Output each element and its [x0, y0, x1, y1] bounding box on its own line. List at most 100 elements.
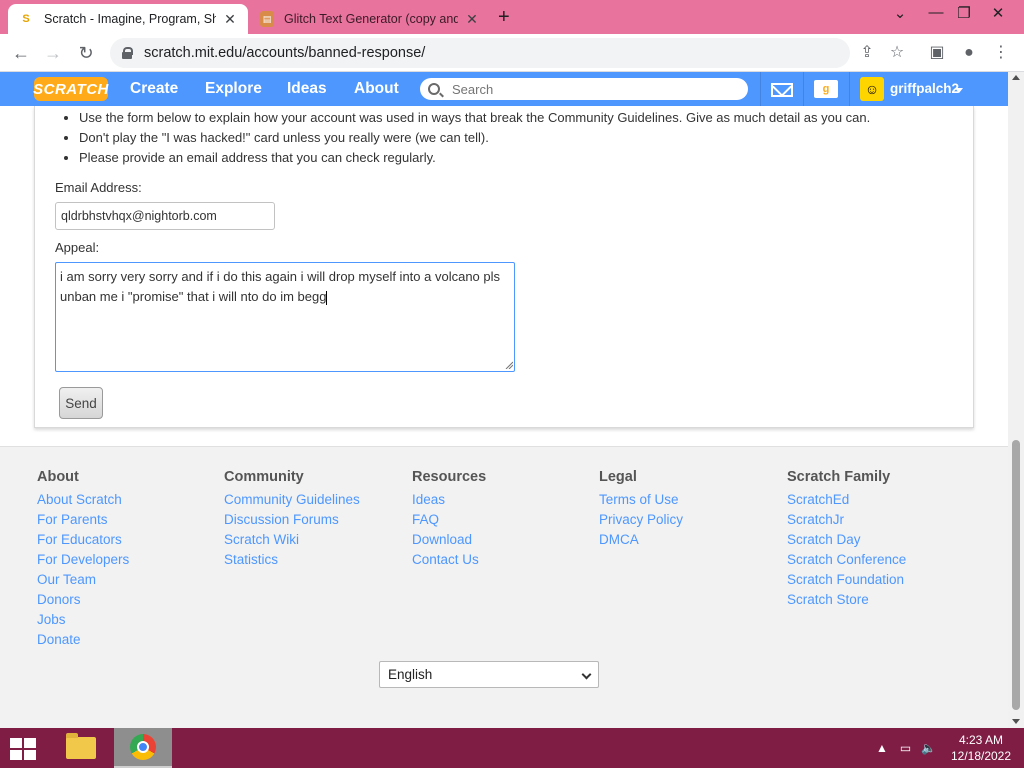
footer-link[interactable]: For Parents	[37, 510, 129, 530]
email-label: Email Address:	[55, 180, 142, 195]
appeal-textarea[interactable]: i am sorry very sorry and if i do this a…	[55, 262, 515, 372]
nav-create[interactable]: Create	[116, 72, 192, 106]
footer-link[interactable]: Donate	[37, 630, 129, 650]
nav-divider	[760, 72, 761, 106]
avatar[interactable]: ☺	[860, 77, 884, 101]
footer-link[interactable]: Jobs	[37, 610, 129, 630]
nav-divider	[849, 72, 850, 106]
appeal-text: i am sorry very sorry and if i do this a…	[60, 269, 501, 304]
address-bar[interactable]: scratch.mit.edu/accounts/banned-response…	[110, 38, 850, 68]
profile-icon[interactable]: ●	[958, 42, 980, 64]
footer-link[interactable]: Terms of Use	[599, 490, 683, 510]
back-icon[interactable]: ←	[10, 42, 32, 64]
clock-time: 4:23 AM	[958, 733, 1004, 747]
nav-ideas[interactable]: Ideas	[273, 72, 341, 106]
scratch-navbar: SCRATCH Create Explore Ideas About g ☺ g…	[0, 72, 1008, 106]
side-panel-icon[interactable]: ▣	[926, 42, 948, 64]
footer-link[interactable]: Community Guidelines	[224, 490, 360, 510]
list-item: Use the form below to explain how your a…	[79, 108, 870, 128]
forward-icon[interactable]: →	[42, 42, 64, 64]
footer-link[interactable]: ScratchEd	[787, 490, 906, 510]
volume-icon[interactable]: 🔈	[921, 741, 936, 755]
footer-link[interactable]: About Scratch	[37, 490, 129, 510]
nav-about[interactable]: About	[340, 72, 413, 106]
close-tab-icon[interactable]: ✕	[464, 11, 480, 28]
send-button[interactable]: Send	[59, 387, 103, 419]
messages-icon[interactable]	[771, 83, 793, 97]
footer-link[interactable]: FAQ	[412, 510, 486, 530]
folder-icon	[66, 733, 96, 759]
nav-explore[interactable]: Explore	[191, 72, 276, 106]
footer-column-community: Community Community Guidelines Discussio…	[224, 467, 360, 570]
tab-scratch[interactable]: S Scratch - Imagine, Program, Share ✕	[8, 4, 248, 34]
bookmark-star-icon[interactable]: ☆	[886, 42, 908, 64]
language-selected: English	[388, 667, 433, 682]
windows-start-icon[interactable]	[10, 738, 38, 760]
show-hidden-icons-chevron-icon[interactable]: ▲	[876, 741, 888, 755]
clock-date: 12/18/2022	[950, 749, 1012, 763]
footer-link[interactable]: Our Team	[37, 570, 129, 590]
footer-link[interactable]: Scratch Conference	[787, 550, 906, 570]
footer-link[interactable]: For Developers	[37, 550, 129, 570]
tab-search-chevron-icon[interactable]: ⌄	[880, 4, 920, 28]
url-text: scratch.mit.edu/accounts/banned-response…	[144, 45, 426, 61]
footer-link[interactable]: Privacy Policy	[599, 510, 683, 530]
vertical-scrollbar[interactable]	[1008, 72, 1024, 728]
footer-heading: Scratch Family	[787, 469, 891, 485]
menu-kebab-icon[interactable]: ⋮	[990, 42, 1012, 64]
appeal-label: Appeal:	[55, 240, 100, 255]
browser-tab-strip: S Scratch - Imagine, Program, Share ✕ ▤ …	[0, 0, 1024, 34]
reload-icon[interactable]: ↻	[75, 42, 97, 64]
account-dropdown-caret-icon[interactable]	[955, 88, 963, 93]
footer-heading: Legal	[599, 469, 637, 485]
resize-grip-icon[interactable]	[505, 361, 513, 369]
close-tab-icon[interactable]: ✕	[222, 11, 238, 28]
email-field[interactable]: qldrbhstvhqx@nightorb.com	[55, 202, 275, 230]
browser-toolbar: ← → ↻ scratch.mit.edu/accounts/banned-re…	[0, 34, 1024, 72]
instructions-list: Use the form below to explain how your a…	[79, 108, 870, 168]
search-box[interactable]	[420, 78, 748, 100]
footer-column-legal: Legal Terms of Use Privacy Policy DMCA	[599, 467, 683, 550]
footer-link[interactable]: Download	[412, 530, 486, 550]
footer-link[interactable]: Scratch Store	[787, 590, 906, 610]
language-select[interactable]: English	[379, 661, 599, 688]
search-input[interactable]	[452, 81, 732, 97]
network-icon[interactable]: ▭	[900, 741, 911, 755]
footer-column-scratch-family: Scratch Family ScratchEd ScratchJr Scrat…	[787, 467, 906, 610]
footer-link[interactable]: Scratch Foundation	[787, 570, 906, 590]
footer-link[interactable]: Donors	[37, 590, 129, 610]
system-clock[interactable]: 4:23 AM 12/18/2022	[946, 732, 1016, 764]
scrollbar-thumb[interactable]	[1012, 440, 1020, 710]
tab-title: Scratch - Imagine, Program, Share	[44, 12, 216, 26]
lock-icon[interactable]	[122, 47, 133, 59]
footer-link[interactable]: Ideas	[412, 490, 486, 510]
list-item: Please provide an email address that you…	[79, 148, 870, 168]
file-explorer-button[interactable]	[52, 728, 110, 768]
share-icon[interactable]: ⇪	[856, 42, 878, 64]
scratch-favicon-icon: S	[22, 13, 30, 25]
system-tray: ▲ ▭ 🔈	[876, 728, 936, 768]
new-tab-icon[interactable]: +	[498, 6, 510, 29]
chevron-down-icon	[581, 669, 592, 680]
username[interactable]: griffpalch2	[890, 72, 959, 106]
scroll-up-icon[interactable]	[1012, 75, 1020, 80]
footer-link[interactable]: ScratchJr	[787, 510, 906, 530]
footer-link[interactable]: Scratch Wiki	[224, 530, 360, 550]
footer-link[interactable]: DMCA	[599, 530, 683, 550]
footer-link[interactable]: Statistics	[224, 550, 360, 570]
scratch-logo[interactable]: SCRATCH	[33, 77, 108, 101]
scroll-down-icon[interactable]	[1012, 719, 1020, 724]
footer-link[interactable]: Discussion Forums	[224, 510, 360, 530]
close-window-icon[interactable]: ✕	[978, 4, 1018, 28]
nav-divider	[803, 72, 804, 106]
glitch-favicon-icon: ▤	[260, 11, 274, 27]
my-stuff-icon[interactable]: g	[814, 80, 838, 98]
footer-column-about: About About Scratch For Parents For Educ…	[37, 467, 129, 650]
chrome-taskbar-button[interactable]	[114, 728, 172, 768]
footer-link[interactable]: Scratch Day	[787, 530, 906, 550]
footer-column-resources: Resources Ideas FAQ Download Contact Us	[412, 467, 486, 570]
tab-glitch-text[interactable]: ▤ Glitch Text Generator (copy and paste)…	[250, 4, 490, 34]
footer-link[interactable]: Contact Us	[412, 550, 486, 570]
footer-link[interactable]: For Educators	[37, 530, 129, 550]
appeal-form-card: Use the form below to explain how your a…	[34, 106, 974, 428]
